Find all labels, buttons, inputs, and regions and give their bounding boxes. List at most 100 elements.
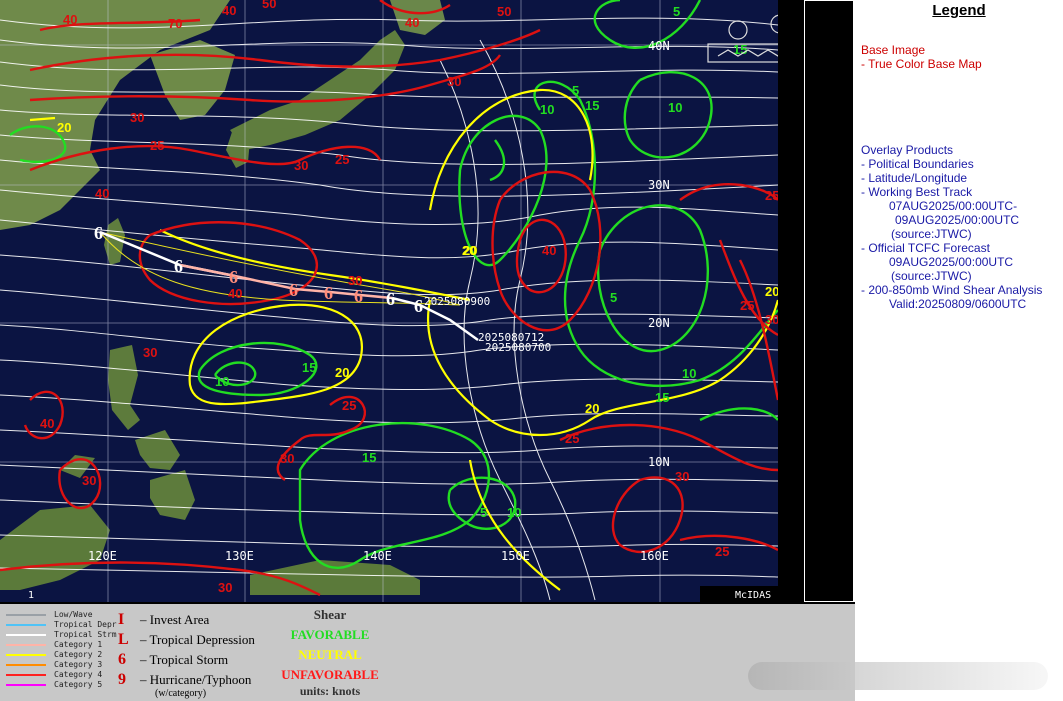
storm-symbol: 6 (386, 289, 395, 309)
key-label: Category 3 (54, 660, 103, 669)
contour-label: 70 (168, 16, 182, 31)
storm-symbol: 6 (324, 283, 333, 303)
key-swatch (6, 613, 46, 616)
contour-label: 25 (765, 188, 778, 203)
map-side-strip (778, 0, 804, 602)
shear-unfavorable: UNFAVORABLE (281, 667, 379, 682)
contour-label: 10 (507, 505, 521, 520)
lon-label-130e: 130E (225, 549, 254, 563)
key-swatch (6, 663, 46, 666)
contour-label: 15 (362, 450, 376, 465)
symbol-label: Hurricane/Typhoon (149, 672, 252, 687)
lon-label-120e: 120E (88, 549, 117, 563)
key-tropical-depr: Tropical Depr (6, 620, 117, 629)
base-image-item: - True Color Base Map (861, 57, 982, 71)
forecast-source: (source:JTWC) (891, 269, 972, 283)
storm-symbol: 6 (174, 256, 183, 276)
contour-label: 40 (542, 243, 556, 258)
shear-valid-time: Valid:20250809/0600UTC (889, 297, 1027, 311)
overlay-heading: Overlay Products (861, 143, 954, 157)
contour-label: 30 (447, 74, 461, 89)
key-swatch (6, 653, 46, 656)
key-swatch (6, 643, 46, 646)
typhoon-symbol-icon: 9 (118, 671, 126, 688)
key-label: Category 4 (54, 670, 103, 679)
contour-label: 25 (335, 152, 349, 167)
best-track-source: (source:JTWC) (891, 227, 972, 241)
lon-label-160e: 160E (640, 549, 669, 563)
symbol-label: Tropical Depression (149, 632, 255, 647)
contour-label: 5 (480, 505, 487, 520)
contour-label: 40 (63, 12, 77, 27)
contour-label: 30 (765, 312, 778, 327)
key-category-2: Category 2 (6, 650, 102, 659)
contour-label: 30 (82, 473, 96, 488)
contour-label: 40 (40, 416, 54, 431)
legend-panel: Legend Base Image - True Color Base Map … (855, 0, 1063, 701)
key-swatch (6, 633, 46, 636)
contour-label: 50 (262, 0, 276, 11)
overlay-forecast: - Official TCFC Forecast (861, 241, 990, 255)
contour-label: 25 (715, 544, 729, 559)
key-category-5: Category 5 (6, 680, 102, 689)
key-low-wave: Low/Wave (6, 610, 93, 619)
shear-units: units: knots (299, 684, 361, 698)
contour-label: 20 (462, 243, 476, 258)
storm-symbol-icon: 6 (118, 651, 126, 668)
overlay-political: - Political Boundaries (861, 157, 974, 171)
key-label: Low/Wave (54, 610, 93, 619)
symbol-typhoon: 9– Hurricane/Typhoon (118, 671, 252, 688)
base-image-heading: Base Image (861, 43, 926, 57)
contour-label: 25 (565, 431, 579, 446)
colorbar-frame (804, 0, 854, 602)
contour-label: 10 (540, 102, 554, 117)
mcidas-credit: McIDAS (735, 590, 771, 601)
lat-label-20n: 20N (648, 316, 670, 330)
contour-label: 25 (342, 398, 356, 413)
best-track-end: 09AUG2025/00:00UTC (895, 213, 1020, 227)
contour-label: 30 (348, 273, 362, 288)
key-category-4: Category 4 (6, 670, 102, 679)
storm-symbol: 6 (94, 223, 103, 243)
storm-symbol: 6 (229, 267, 238, 287)
contour-label: 5 (610, 290, 617, 305)
invest-symbol-icon: I (118, 611, 125, 628)
overlay-toggle-control[interactable] (748, 662, 1048, 690)
contour-label: 30 (675, 469, 689, 484)
lon-label-140e: 140E (363, 549, 392, 563)
key-category-3: Category 3 (6, 660, 102, 669)
shear-map: 6 6 6 6 6 6 6 6 2025080900 2025080712 20… (0, 0, 778, 602)
map-canvas: 6 6 6 6 6 6 6 6 2025080900 2025080712 20… (0, 0, 778, 602)
track-label-2025080700: 2025080700 (485, 341, 551, 354)
storm-symbol: 6 (354, 286, 363, 306)
contour-label: 20 (57, 120, 71, 135)
contour-label: 5 (572, 83, 579, 98)
contour-label: 30 (294, 158, 308, 173)
symbol-invest: I – Invest Area (118, 611, 210, 628)
key-swatch (6, 683, 46, 686)
contour-label: 20 (765, 284, 778, 299)
shear-favorable: FAVORABLE (290, 627, 370, 642)
contour-label: 50 (497, 4, 511, 19)
key-swatch (6, 623, 46, 626)
key-label: Tropical Strm (54, 630, 117, 639)
overlay-latlon: - Latitude/Longitude (861, 171, 968, 185)
key-label: Category 1 (54, 640, 103, 649)
lat-label-10n: 10N (648, 455, 670, 469)
symbol-depression: L – Tropical Depression (118, 631, 255, 648)
lat-label-30n: 30N (648, 178, 670, 192)
storm-symbol: 6 (414, 296, 423, 316)
contour-label: 15 (655, 390, 669, 405)
contour-label: 10 (215, 374, 229, 389)
legend-title: Legend (932, 2, 986, 19)
shear-title: Shear (313, 607, 347, 622)
shear-neutral: NEUTRAL (298, 647, 362, 662)
storm-symbol: 6 (289, 280, 298, 300)
symbol-note: (w/category) (155, 688, 207, 699)
best-track-start: 07AUG2025/00:00UTC- (889, 199, 1018, 213)
key-label: Tropical Depr (54, 620, 117, 629)
key-swatch (6, 673, 46, 676)
overlay-shear: - 200-850mb Wind Shear Analysis (861, 283, 1043, 297)
contour-label: 30 (143, 345, 157, 360)
lat-label-40n: 40N (648, 39, 670, 53)
